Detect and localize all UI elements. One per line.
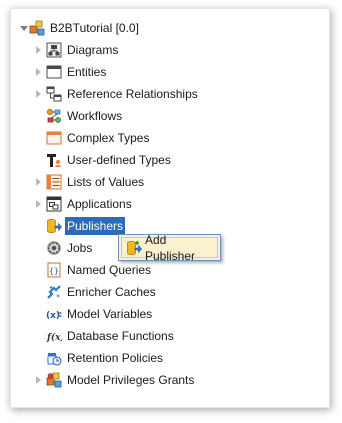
reference-relationship-icon xyxy=(46,86,62,102)
tree-item-label: Complex Types xyxy=(67,131,150,145)
svg-text:f(x): f(x) xyxy=(46,332,62,343)
add-publisher-menu-item[interactable]: Add Publisher xyxy=(121,233,218,263)
expand-arrow-icon[interactable] xyxy=(36,68,41,76)
context-menu: Add Publisher xyxy=(118,233,221,263)
expand-arrow-icon[interactable] xyxy=(36,46,41,54)
privilege-grant-icon xyxy=(46,372,62,388)
tree-item-label: Model Variables xyxy=(67,307,153,321)
add-publisher-label: Add Publisher xyxy=(145,232,196,263)
named-query-icon: {} xyxy=(46,262,62,278)
expand-arrow-icon[interactable] xyxy=(36,200,41,208)
publisher-icon xyxy=(46,218,62,234)
tree-item-label: Diagrams xyxy=(67,43,119,57)
workflow-icon xyxy=(46,108,62,124)
model-variable-icon: (x) xyxy=(46,306,62,322)
tree-item-label: Entities xyxy=(67,65,107,79)
tree-item-label: Applications xyxy=(67,197,132,211)
expand-arrow-icon[interactable] xyxy=(36,376,41,384)
svg-text:{}: {} xyxy=(49,267,59,276)
tree-item-label: Named Queries xyxy=(67,263,152,277)
database-function-icon: f(x) xyxy=(46,328,65,344)
svg-text:(x): (x) xyxy=(46,311,60,321)
retention-policy-icon xyxy=(46,350,62,366)
tree-item-label: Publishers xyxy=(65,217,126,235)
list-of-values-icon xyxy=(46,174,62,190)
tree-item-label: Reference Relationships xyxy=(67,87,198,101)
expand-arrow-icon[interactable] xyxy=(36,178,41,186)
tree-item-label: Jobs xyxy=(67,241,93,255)
model-root-icon xyxy=(29,20,45,36)
tree-item-label: Workflows xyxy=(67,109,123,123)
application-icon xyxy=(46,196,62,212)
diagram-icon xyxy=(46,42,62,58)
tree-item-label: Retention Policies xyxy=(67,351,164,365)
model-tree-panel: B2BTutorial [0.0] Diagrams Entities Refe… xyxy=(10,8,330,408)
collapse-arrow-icon[interactable] xyxy=(20,26,28,31)
user-defined-type-icon xyxy=(46,152,62,168)
tree-item-label: Enricher Caches xyxy=(67,285,156,299)
entity-table-icon xyxy=(46,64,62,80)
expand-arrow-icon[interactable] xyxy=(36,90,41,98)
tree-root-label: B2BTutorial [0.0] xyxy=(50,21,139,35)
gear-icon xyxy=(46,240,62,256)
tree-item-label: User-defined Types xyxy=(67,153,171,167)
tree-item-label: Lists of Values xyxy=(67,175,145,189)
add-publisher-icon xyxy=(126,240,142,256)
tree-item-label: Database Functions xyxy=(67,329,174,343)
complex-type-icon xyxy=(46,130,62,146)
enricher-cache-icon xyxy=(46,284,62,300)
tree-item-label: Model Privileges Grants xyxy=(67,373,195,387)
